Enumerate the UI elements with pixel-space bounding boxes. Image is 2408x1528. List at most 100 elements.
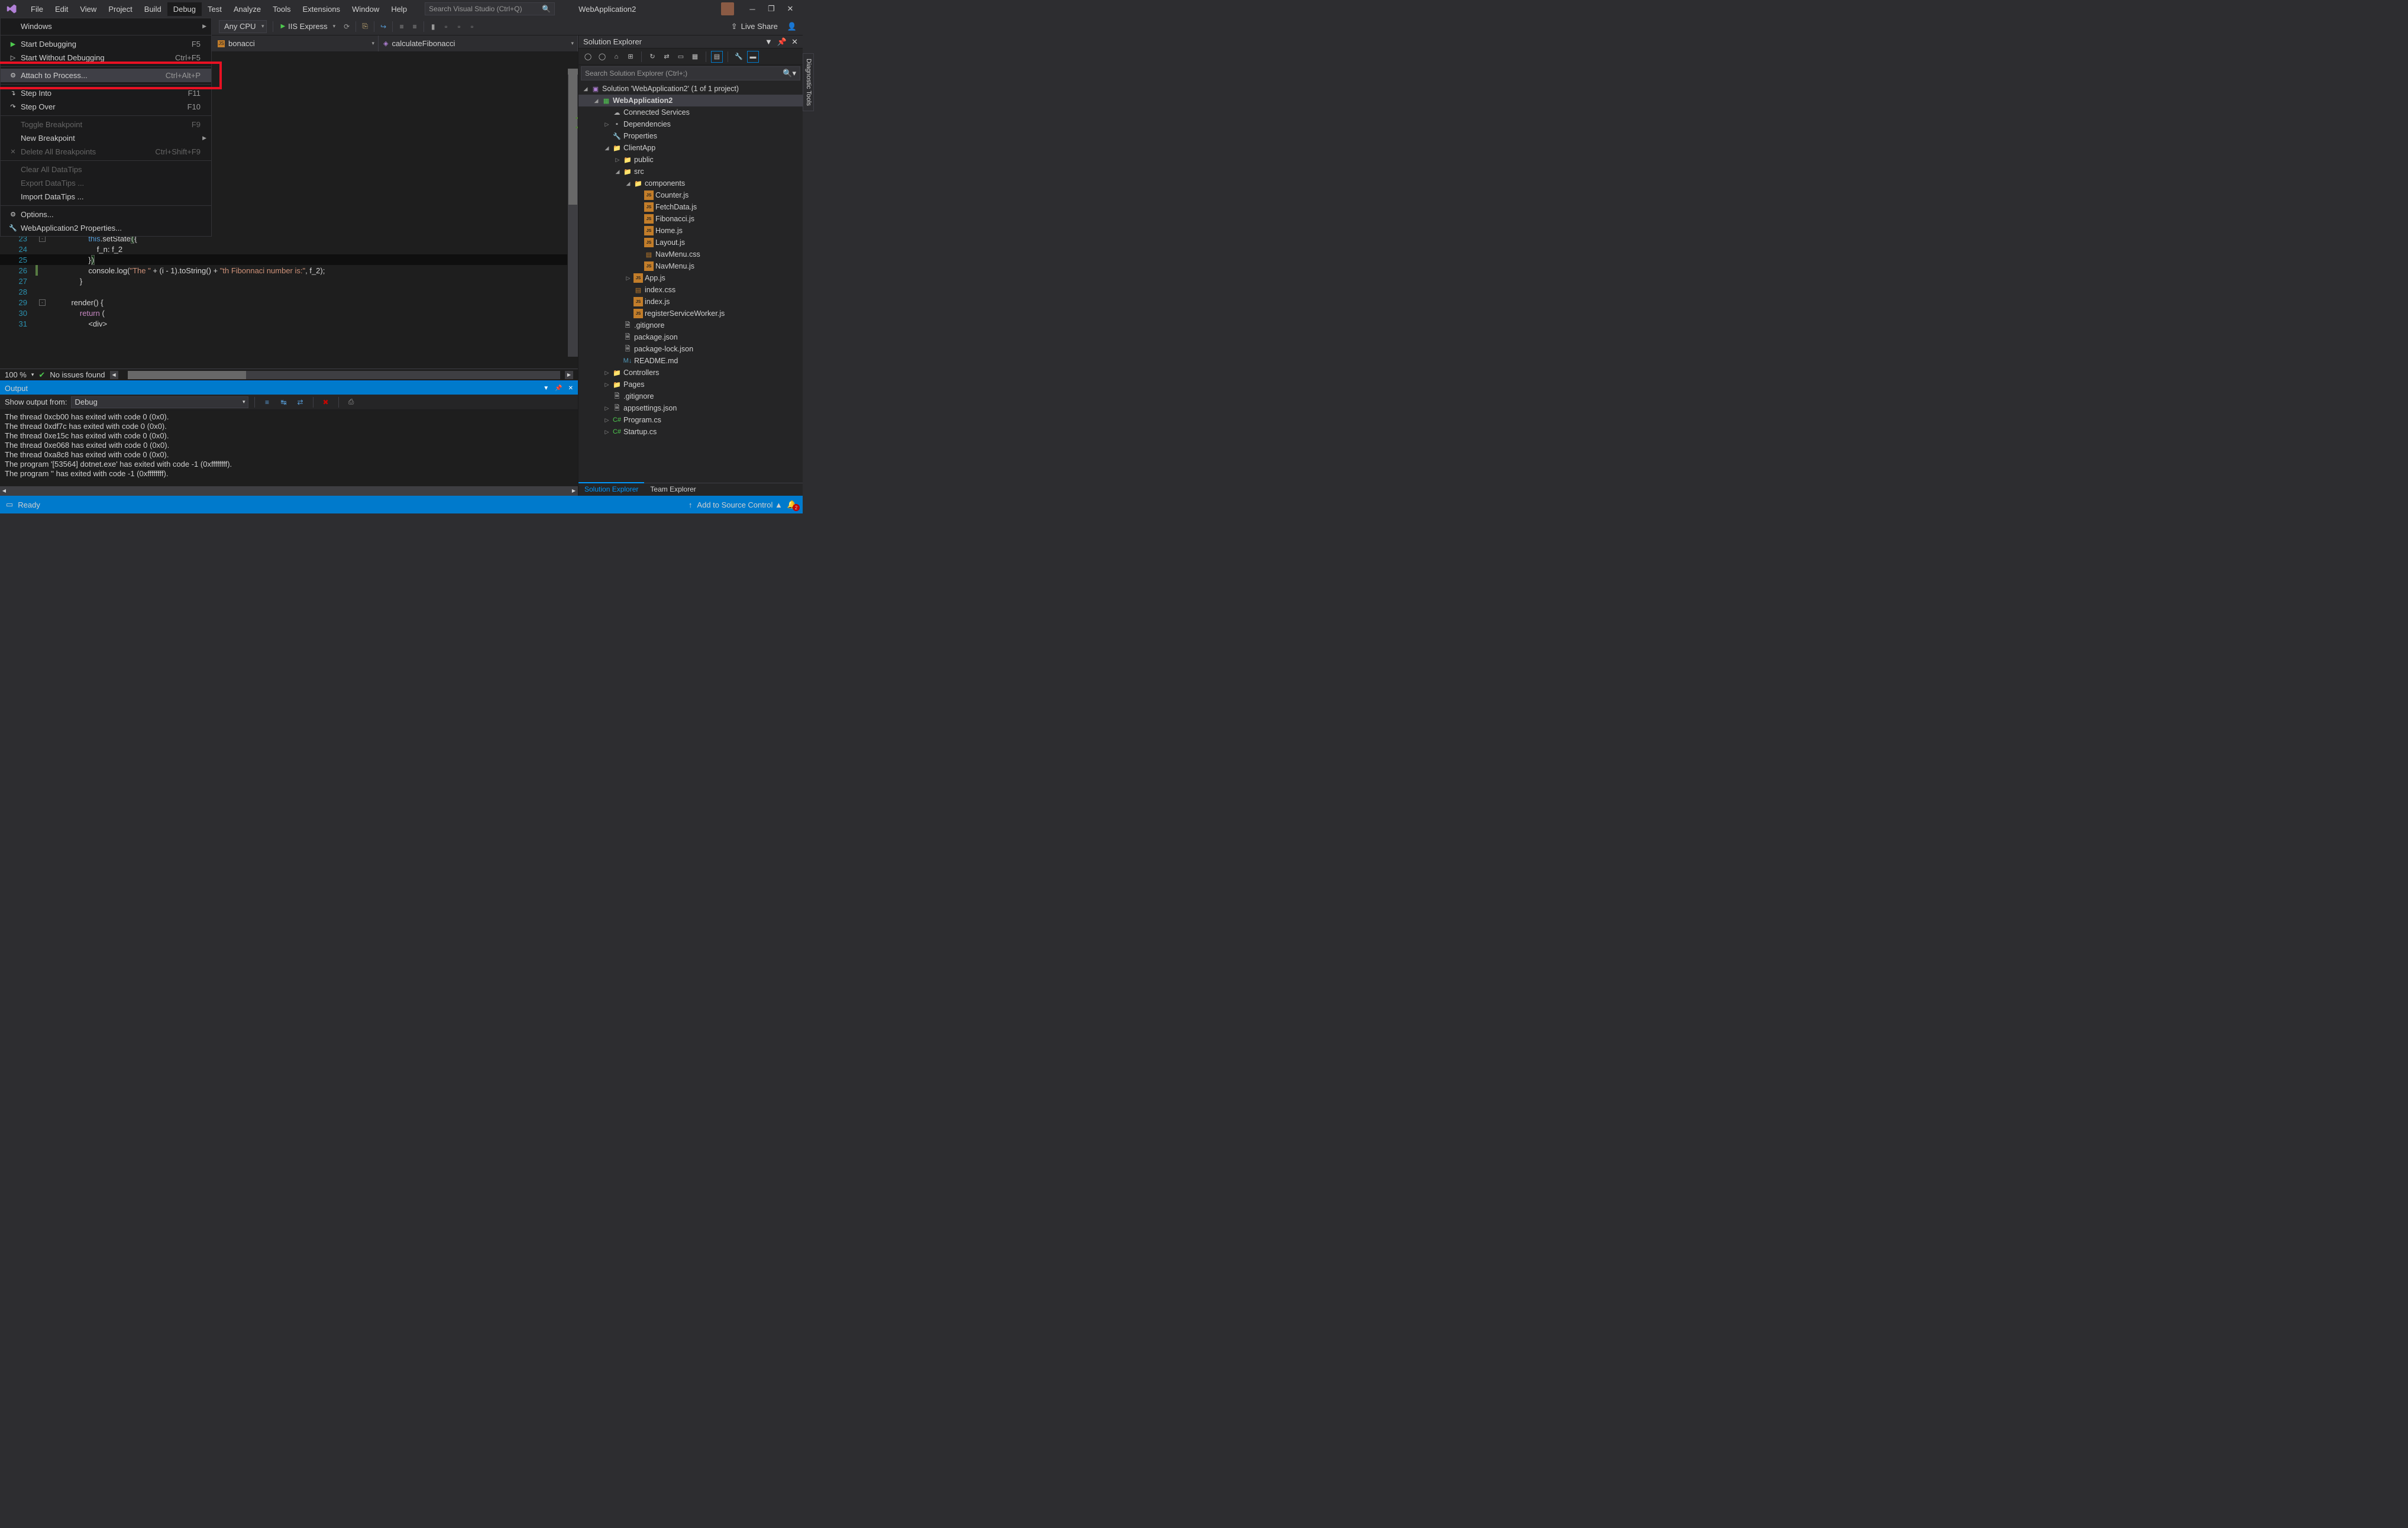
bookmark-icon[interactable]: ▮	[426, 20, 439, 33]
tree-item-home-js[interactable]: JSHome.js	[578, 225, 803, 237]
menu-item-start-without-debugging[interactable]: ▷Start Without DebuggingCtrl+F5	[1, 51, 211, 64]
menu-view[interactable]: View	[74, 2, 102, 16]
tree-item-dependencies[interactable]: ▪Dependencies	[578, 118, 803, 130]
solution-search-input[interactable]: Search Solution Explorer (Ctrl+;) 🔍▾	[581, 66, 800, 80]
menu-test[interactable]: Test	[202, 2, 228, 16]
minimize-button[interactable]: ─	[748, 5, 757, 13]
zoom-level[interactable]: 100 %	[5, 370, 27, 379]
outdent-icon[interactable]: ≡	[408, 20, 421, 33]
platform-dropdown[interactable]: Any CPU	[219, 20, 267, 33]
refresh-icon[interactable]: ↻	[647, 51, 658, 63]
tree-item-pages[interactable]: 📁Pages	[578, 379, 803, 390]
menu-build[interactable]: Build	[138, 2, 167, 16]
menu-item-new-breakpoint[interactable]: New Breakpoint▶	[1, 131, 211, 145]
solution-tree[interactable]: ▣Solution 'WebApplication2' (1 of 1 proj…	[578, 82, 803, 483]
horizontal-scrollbar[interactable]	[128, 371, 560, 379]
pin-icon[interactable]: 📌	[777, 37, 787, 47]
tree-item-index-js[interactable]: JSindex.js	[578, 296, 803, 308]
tree-item-counter-js[interactable]: JSCounter.js	[578, 189, 803, 201]
dropdown-icon[interactable]: ▼	[543, 385, 549, 392]
menu-item-webapplication-properties-[interactable]: 🔧WebApplication2 Properties...	[1, 221, 211, 235]
tree-item-fibonacci-js[interactable]: JSFibonacci.js	[578, 213, 803, 225]
show-all-icon[interactable]: ▦	[689, 51, 701, 63]
run-button[interactable]: ▶IIS Express▾	[276, 20, 340, 33]
output-icon3[interactable]: ⇄	[294, 396, 307, 409]
tree-item-app-js[interactable]: JSApp.js	[578, 272, 803, 284]
solution-explorer-title[interactable]: Solution Explorer ▼ 📌 ✕	[578, 35, 803, 49]
back-icon[interactable]: ◯	[582, 51, 594, 63]
track-icon[interactable]: ▬	[747, 51, 759, 63]
browser-link-icon[interactable]: ⎘	[358, 20, 371, 33]
tab-solution-explorer[interactable]: Solution Explorer	[578, 482, 644, 496]
tree-item-properties[interactable]: 🔧Properties	[578, 130, 803, 142]
toggle-wrap-icon[interactable]: ↹	[277, 396, 290, 409]
collapse-icon[interactable]: ▭	[675, 51, 687, 63]
tree-item-public[interactable]: 📁public	[578, 154, 803, 166]
output-source-dropdown[interactable]: Debug	[71, 396, 248, 408]
menu-help[interactable]: Help	[385, 2, 413, 16]
menu-item-start-debugging[interactable]: ▶Start DebuggingF5	[1, 37, 211, 51]
tree-item--gitignore[interactable]: 🗎.gitignore	[578, 319, 803, 331]
user-avatar[interactable]	[721, 2, 734, 15]
output-hscrollbar[interactable]: ◀▶	[0, 486, 578, 496]
sync-icon[interactable]: ⇄	[661, 51, 673, 63]
clear-output-icon[interactable]: ≡	[261, 396, 274, 409]
tree-item-readme-md[interactable]: M↓README.md	[578, 355, 803, 367]
output-title-bar[interactable]: Output ▼ 📌 ✕	[0, 382, 578, 395]
notifications-button[interactable]: 🔔2	[787, 500, 797, 509]
tree-item-layout-js[interactable]: JSLayout.js	[578, 237, 803, 248]
tree-item-appsettings-json[interactable]: 🗎appsettings.json	[578, 402, 803, 414]
source-control-button[interactable]: Add to Source Control ▲	[697, 500, 782, 509]
home-icon[interactable]: ⌂	[610, 51, 622, 63]
tree-item-index-css[interactable]: ▤index.css	[578, 284, 803, 296]
tree-item-webapplication2[interactable]: ▦WebApplication2	[578, 95, 803, 106]
properties-icon[interactable]: 🔧	[733, 51, 745, 63]
member-dropdown[interactable]: ◈calculateFibonacci	[379, 35, 578, 51]
split-handle[interactable]	[568, 69, 578, 75]
tree-item-src[interactable]: 📁src	[578, 166, 803, 177]
indent-icon[interactable]: ≡	[395, 20, 408, 33]
tree-item-package-json[interactable]: 🗎package.json	[578, 331, 803, 343]
menu-item-import-datatips-[interactable]: Import DataTips ...	[1, 190, 211, 203]
tree-item-package-lock-json[interactable]: 🗎package-lock.json	[578, 343, 803, 355]
global-search-input[interactable]: Search Visual Studio (Ctrl+Q) 🔍	[425, 2, 555, 15]
tree-item-navmenu-js[interactable]: JSNavMenu.js	[578, 260, 803, 272]
tab-team-explorer[interactable]: Team Explorer	[644, 483, 702, 496]
preview-icon[interactable]: ▤	[711, 51, 723, 63]
live-share-button[interactable]: ⇪ Live Share 👤	[731, 22, 797, 31]
switch-view-icon[interactable]: ⊞	[625, 51, 636, 63]
dropdown-icon[interactable]: ▼	[765, 37, 773, 47]
maximize-button[interactable]: ❐	[767, 5, 775, 13]
output-icon5[interactable]: ⎙	[345, 396, 358, 409]
output-text[interactable]: The thread 0xcb00 has exited with code 0…	[0, 410, 578, 486]
tree-item-components[interactable]: 📁components	[578, 177, 803, 189]
tree-item-navmenu-css[interactable]: ▤NavMenu.css	[578, 248, 803, 260]
menu-debug[interactable]: Debug	[167, 2, 202, 16]
step-icon[interactable]: ↪	[377, 20, 390, 33]
menu-edit[interactable]: Edit	[49, 2, 74, 16]
scope-dropdown[interactable]: JSbonacci	[213, 35, 379, 51]
menu-item-attach-to-process-[interactable]: ⚙Attach to Process...Ctrl+Alt+P	[1, 69, 211, 82]
menu-extensions[interactable]: Extensions	[296, 2, 346, 16]
tree-item-controllers[interactable]: 📁Controllers	[578, 367, 803, 379]
vertical-scrollbar[interactable]	[568, 69, 578, 357]
scroll-right-arrow[interactable]: ▶	[565, 371, 573, 379]
close-button[interactable]: ✕	[786, 5, 794, 13]
tree-item-connected-services[interactable]: ☁Connected Services	[578, 106, 803, 118]
close-icon[interactable]: ✕	[791, 37, 798, 47]
scroll-left-arrow[interactable]: ◀	[110, 371, 118, 379]
feedback-icon[interactable]: 👤	[787, 22, 797, 31]
menu-tools[interactable]: Tools	[267, 2, 296, 16]
close-panel-icon[interactable]: ✕	[568, 385, 573, 392]
forward-icon[interactable]: ◯	[596, 51, 608, 63]
menu-item-windows[interactable]: Windows▶	[1, 20, 211, 33]
menu-analyze[interactable]: Analyze	[228, 2, 267, 16]
pin-icon[interactable]: 📌	[555, 385, 562, 392]
refresh-icon[interactable]: ⟳	[340, 20, 353, 33]
menu-window[interactable]: Window	[346, 2, 385, 16]
tree-item-fetchdata-js[interactable]: JSFetchData.js	[578, 201, 803, 213]
tree-item-clientapp[interactable]: 📁ClientApp	[578, 142, 803, 154]
tree-item--gitignore[interactable]: 🗎.gitignore	[578, 390, 803, 402]
tree-item-registerserviceworker-js[interactable]: JSregisterServiceWorker.js	[578, 308, 803, 319]
menu-item-options-[interactable]: ⚙Options...	[1, 208, 211, 221]
